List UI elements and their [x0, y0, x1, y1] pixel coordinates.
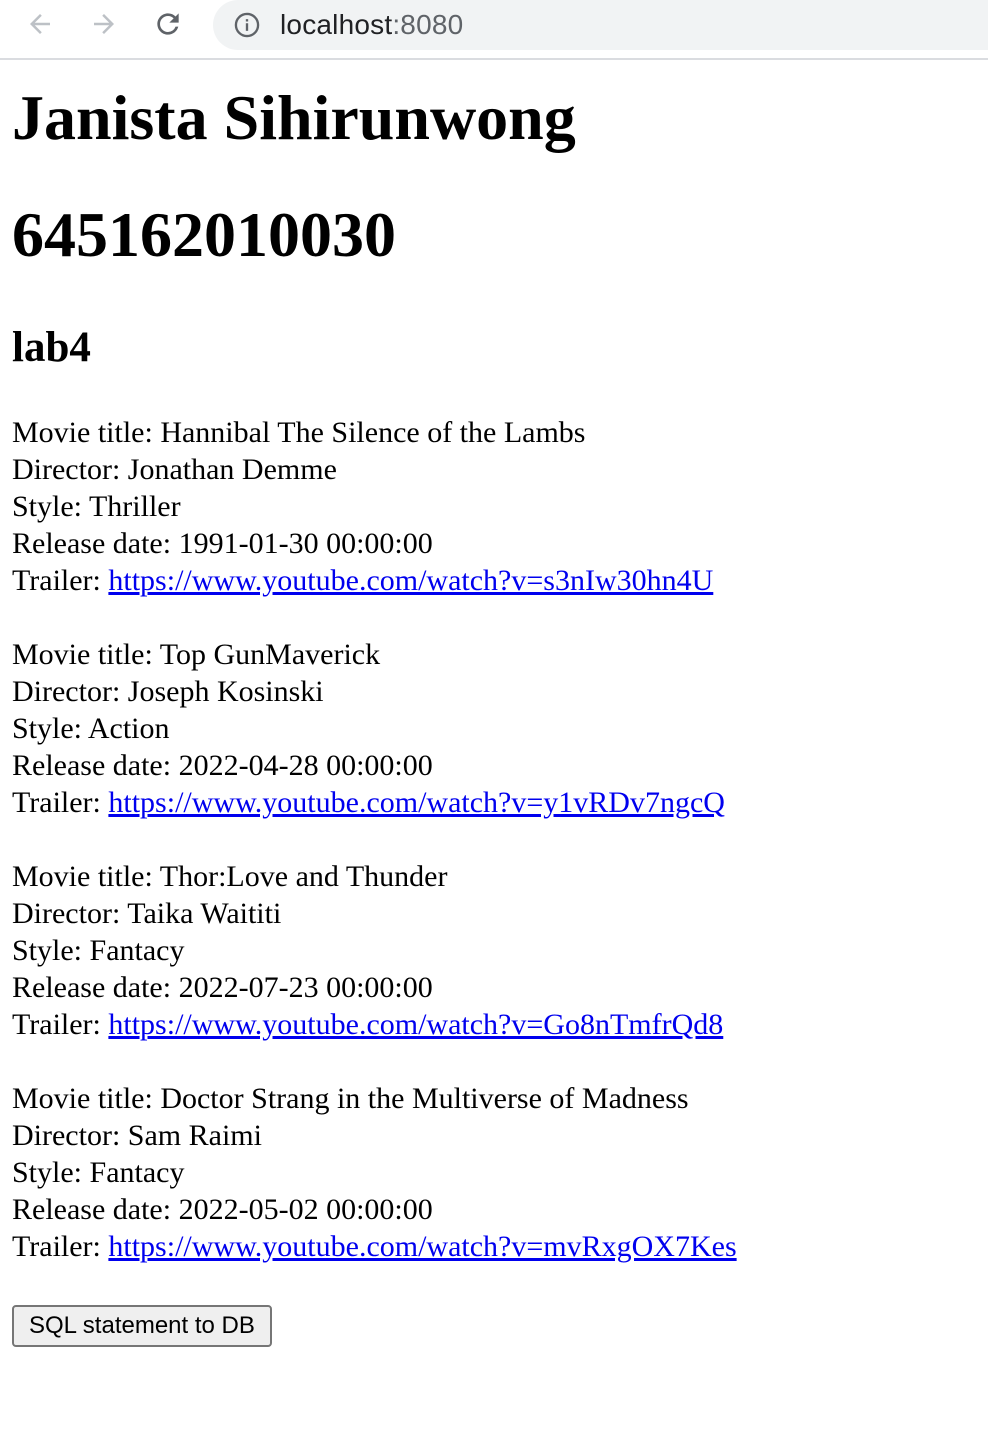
movie-director: Taika Waititi	[127, 897, 282, 930]
sql-statement-button[interactable]: SQL statement to DB	[12, 1305, 272, 1347]
movie-title-label: Movie title:	[12, 416, 161, 449]
movie-trailer-label: Trailer:	[12, 564, 109, 597]
movie-list: Movie title: Hannibal The Silence of the…	[12, 414, 976, 1265]
movie-director-label: Director:	[12, 897, 128, 930]
movie-trailer-label: Trailer:	[12, 1230, 109, 1263]
movie-title: Thor:Love and Thunder	[159, 860, 448, 893]
movie-director-label: Director:	[12, 1119, 128, 1152]
movie-item: Movie title: Top GunMaverick Director: J…	[12, 636, 976, 821]
movie-release-label: Release date:	[12, 749, 179, 782]
movie-title-line: Movie title: Thor:Love and Thunder	[12, 858, 976, 895]
page-content: Janista Sihirunwong 645162010030 lab4 Mo…	[0, 81, 988, 1347]
info-icon[interactable]	[233, 11, 261, 39]
movie-director-line: Director: Jonathan Demme	[12, 451, 976, 488]
movie-director-label: Director:	[12, 453, 128, 486]
url-host: localhost	[280, 9, 393, 40]
movie-director-label: Director:	[12, 675, 128, 708]
movie-trailer-line: Trailer: https://www.youtube.com/watch?v…	[12, 562, 976, 599]
forward-button[interactable]	[87, 7, 121, 41]
movie-item: Movie title: Thor:Love and Thunder Direc…	[12, 858, 976, 1043]
movie-title-label: Movie title:	[12, 860, 160, 893]
movie-style-line: Style: Fantacy	[12, 932, 976, 969]
movie-style-line: Style: Fantacy	[12, 1154, 976, 1191]
movie-item: Movie title: Doctor Strang in the Multiv…	[12, 1080, 976, 1265]
back-button[interactable]	[23, 7, 57, 41]
movie-style: Fantacy	[89, 1156, 185, 1189]
movie-title-line: Movie title: Hannibal The Silence of the…	[12, 414, 976, 451]
movie-release: 2022-04-28 00:00:00	[178, 749, 433, 782]
movie-style-label: Style:	[12, 934, 90, 967]
movie-release-label: Release date:	[12, 1193, 179, 1226]
reload-icon	[157, 13, 179, 35]
lab-title: lab4	[12, 324, 91, 371]
movie-title-label: Movie title:	[12, 1082, 161, 1115]
movie-director: Jonathan Demme	[127, 453, 337, 486]
movie-title: Doctor Strang in the Multiverse of Madne…	[160, 1082, 689, 1115]
movie-director: Joseph Kosinski	[127, 675, 324, 708]
movie-release: 2022-05-02 00:00:00	[178, 1193, 433, 1226]
movie-style: Action	[87, 712, 170, 745]
movie-release-label: Release date:	[12, 971, 179, 1004]
movie-style-label: Style:	[12, 1156, 90, 1189]
movie-title-line: Movie title: Doctor Strang in the Multiv…	[12, 1080, 976, 1117]
movie-release-line: Release date: 1991-01-30 00:00:00	[12, 525, 976, 562]
trailer-link[interactable]: https://www.youtube.com/watch?v=mvRxgOX7…	[108, 1230, 736, 1263]
movie-release-line: Release date: 2022-07-23 00:00:00	[12, 969, 976, 1006]
movie-item: Movie title: Hannibal The Silence of the…	[12, 414, 976, 599]
arrow-right-icon	[94, 14, 114, 34]
movie-trailer-line: Trailer: https://www.youtube.com/watch?v…	[12, 1228, 976, 1265]
trailer-link[interactable]: https://www.youtube.com/watch?v=s3nIw30h…	[108, 564, 713, 597]
arrow-left-icon	[30, 14, 50, 34]
movie-style: Thriller	[88, 490, 181, 523]
url-text: localhost:8080	[280, 9, 463, 41]
trailer-link[interactable]: https://www.youtube.com/watch?v=y1vRDv7n…	[108, 786, 725, 819]
trailer-link[interactable]: https://www.youtube.com/watch?v=Go8nTmfr…	[108, 1008, 723, 1041]
movie-trailer-line: Trailer: https://www.youtube.com/watch?v…	[12, 1006, 976, 1043]
movie-style-label: Style:	[12, 712, 88, 745]
movie-trailer-label: Trailer:	[12, 1008, 109, 1041]
address-bar[interactable]: localhost:8080	[213, 0, 988, 50]
movie-release-line: Release date: 2022-05-02 00:00:00	[12, 1191, 976, 1228]
movie-release: 2022-07-23 00:00:00	[178, 971, 433, 1004]
movie-release-line: Release date: 2022-04-28 00:00:00	[12, 747, 976, 784]
movie-release-label: Release date:	[12, 527, 179, 560]
movie-style-line: Style: Thriller	[12, 488, 976, 525]
movie-director-line: Director: Joseph Kosinski	[12, 673, 976, 710]
movie-director-line: Director: Sam Raimi	[12, 1117, 976, 1154]
movie-director: Sam Raimi	[127, 1119, 262, 1152]
movie-title: Top GunMaverick	[159, 638, 381, 671]
movie-style: Fantacy	[89, 934, 185, 967]
browser-toolbar: localhost:8080	[0, 0, 988, 60]
movie-style-label: Style:	[12, 490, 89, 523]
movie-trailer-line: Trailer: https://www.youtube.com/watch?v…	[12, 784, 976, 821]
movie-trailer-label: Trailer:	[12, 786, 109, 819]
movie-title-label: Movie title:	[12, 638, 160, 671]
page-title: Janista Sihirunwong	[12, 82, 576, 153]
movie-title-line: Movie title: Top GunMaverick	[12, 636, 976, 673]
movie-director-line: Director: Taika Waititi	[12, 895, 976, 932]
movie-title: Hannibal The Silence of the Lambs	[160, 416, 586, 449]
movie-style-line: Style: Action	[12, 710, 976, 747]
url-port: :8080	[392, 9, 464, 40]
reload-button[interactable]	[151, 7, 185, 41]
movie-release: 1991-01-30 00:00:00	[178, 527, 433, 560]
student-id: 645162010030	[12, 199, 396, 270]
